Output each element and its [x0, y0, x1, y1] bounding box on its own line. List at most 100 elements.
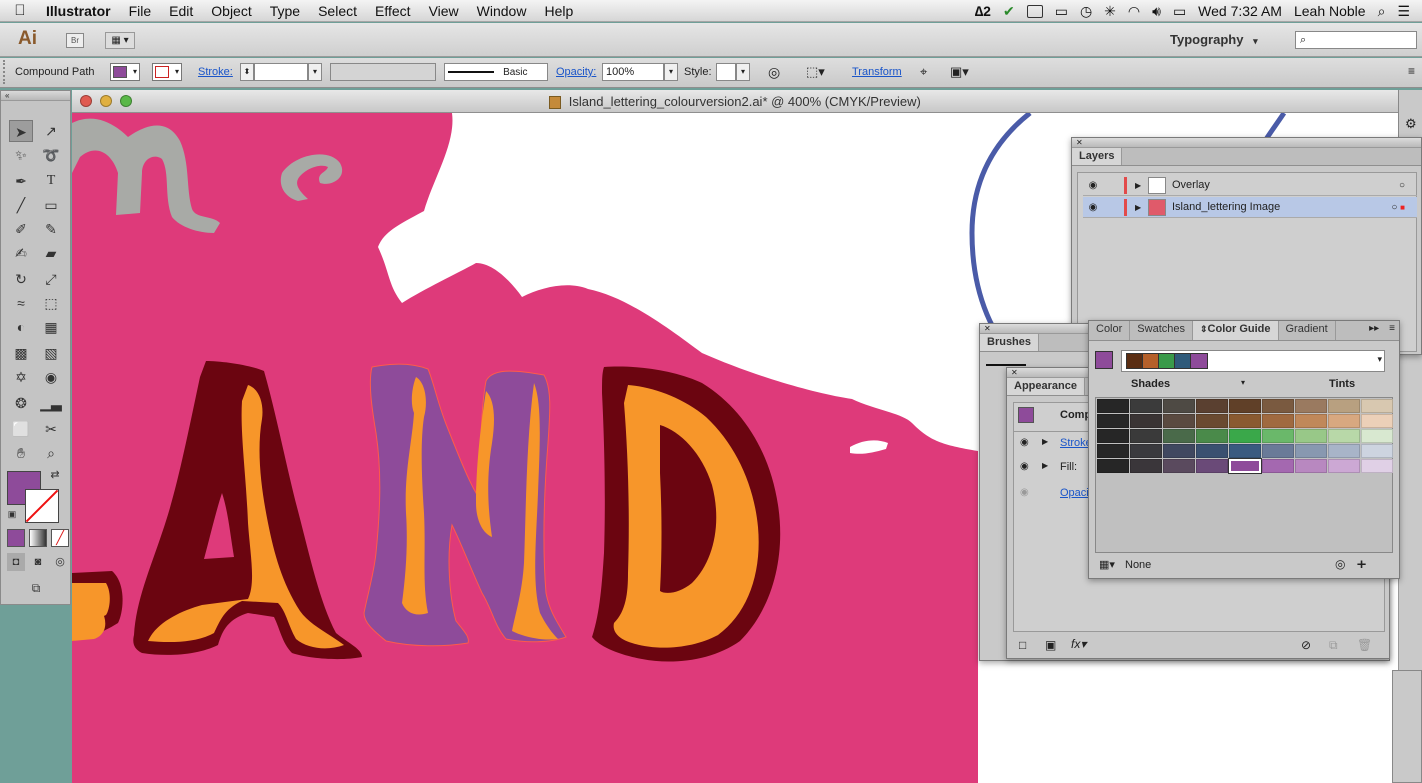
menu-effect[interactable]: Effect	[366, 3, 420, 19]
color-variation-swatch[interactable]	[1097, 414, 1129, 428]
color-variation-swatch[interactable]	[1130, 399, 1162, 413]
sync-icon[interactable]: ✔	[1003, 3, 1015, 20]
tab-gradient[interactable]: Gradient	[1279, 321, 1336, 340]
menu-view[interactable]: View	[420, 3, 468, 19]
width-tool-icon[interactable]: ≈	[9, 292, 33, 314]
color-variation-swatch[interactable]	[1196, 429, 1228, 443]
expand-triangle-icon[interactable]: ▶	[1042, 461, 1048, 470]
menu-object[interactable]: Object	[202, 3, 260, 19]
type-tool-icon[interactable]: T	[39, 170, 63, 192]
color-variation-swatch[interactable]	[1295, 414, 1327, 428]
trash-icon[interactable]: 🗑︎	[1357, 638, 1372, 652]
expand-triangle-icon[interactable]: ▶	[1135, 175, 1141, 196]
opacity-dropdown[interactable]: ▾	[664, 63, 678, 81]
line-tool-icon[interactable]: ╱	[9, 194, 33, 216]
control-bar-menu-icon[interactable]: ≡	[1408, 64, 1415, 78]
color-variation-swatch[interactable]	[1130, 459, 1162, 473]
color-variation-swatch[interactable]	[1163, 429, 1195, 443]
layer-name[interactable]: Overlay	[1172, 175, 1210, 196]
eraser-tool-icon[interactable]: ▰	[39, 242, 63, 264]
hand-tool-icon[interactable]: ✋︎	[9, 442, 33, 464]
artboard-tool-icon[interactable]: ⬜	[9, 418, 33, 440]
color-variation-swatch[interactable]	[1196, 399, 1228, 413]
paintbrush-tool-icon[interactable]: ✐	[9, 218, 33, 240]
color-variation-swatch[interactable]	[1097, 399, 1129, 413]
color-variation-swatch[interactable]	[1361, 459, 1393, 473]
search-input[interactable]: ⌕	[1295, 31, 1417, 49]
chevron-down-icon[interactable]: ▾	[1241, 378, 1245, 387]
expand-triangle-icon[interactable]: ▶	[1135, 197, 1141, 218]
workspace-switcher[interactable]: Typography ▾	[1170, 32, 1258, 47]
notification-icon[interactable]: ☰	[1397, 3, 1410, 20]
perspective-grid-tool-icon[interactable]: ▦	[39, 316, 63, 338]
harmony-color-chip[interactable]	[1127, 354, 1143, 368]
wifi-icon[interactable]: ◠	[1128, 3, 1140, 20]
color-variation-swatch[interactable]	[1361, 414, 1393, 428]
recolor-artwork-icon[interactable]: ◎	[768, 64, 780, 81]
panel-expand-icon[interactable]: ▸▸	[1363, 321, 1385, 340]
selection-tool-icon[interactable]: ➤	[9, 120, 33, 142]
color-variation-swatch[interactable]	[1262, 459, 1294, 473]
isolate-icon[interactable]: ⌖	[920, 64, 927, 80]
target-circle-icon[interactable]: ○ ■	[1391, 197, 1405, 218]
apple-menu-icon[interactable]: 	[0, 2, 40, 19]
fill-attribute-label[interactable]: Fill:	[1060, 461, 1077, 473]
column-graph-tool-icon[interactable]: ▁▃	[39, 392, 63, 414]
draw-inside-icon[interactable]: ◎	[51, 553, 69, 571]
grip-icon[interactable]	[3, 60, 9, 84]
symbol-sprayer-tool-icon[interactable]: ❂	[9, 392, 33, 414]
menu-window[interactable]: Window	[468, 3, 536, 19]
color-variation-swatch[interactable]	[1229, 429, 1261, 443]
color-variation-swatch[interactable]	[1228, 458, 1262, 474]
color-variation-swatch[interactable]	[1130, 444, 1162, 458]
transform-link[interactable]: Transform	[852, 66, 902, 78]
stroke-weight-dropdown[interactable]: ▾	[308, 63, 322, 81]
time-machine-icon[interactable]: ◷	[1080, 3, 1092, 20]
stroke-color-box[interactable]	[25, 489, 59, 523]
screen-mode-icon[interactable]: ⧉	[23, 579, 49, 597]
blob-brush-tool-icon[interactable]: ✍︎	[9, 242, 33, 264]
color-variation-swatch[interactable]	[1130, 429, 1162, 443]
brush-definition-dropdown[interactable]: Basic	[444, 63, 548, 81]
graphic-style-dropdown[interactable]: ▾	[736, 63, 750, 81]
opacity-field[interactable]: 100%	[602, 63, 664, 81]
tab-brushes[interactable]: Brushes	[980, 334, 1040, 351]
color-variation-swatch[interactable]	[1262, 444, 1294, 458]
tab-swatches[interactable]: Swatches	[1130, 321, 1193, 340]
rectangle-tool-icon[interactable]: ▭	[39, 194, 63, 216]
tab-layers[interactable]: Layers	[1072, 148, 1123, 165]
harmony-color-chip[interactable]	[1191, 354, 1207, 368]
color-variation-swatch[interactable]	[1163, 444, 1195, 458]
bridge-button[interactable]: Br	[66, 33, 84, 48]
direct-selection-tool-icon[interactable]: ↗	[39, 120, 63, 142]
menu-select[interactable]: Select	[309, 3, 366, 19]
color-variation-swatch[interactable]	[1196, 414, 1228, 428]
layer-name[interactable]: Island_lettering Image	[1172, 197, 1280, 218]
graphic-style-swatch[interactable]	[716, 63, 736, 81]
add-new-stroke-icon[interactable]: □	[1019, 638, 1026, 652]
color-variation-swatch[interactable]	[1097, 429, 1129, 443]
zoom-tool-icon[interactable]: ⌕	[39, 442, 63, 464]
gear-icon[interactable]: ⚙	[1405, 116, 1417, 132]
color-variation-swatch[interactable]	[1196, 459, 1228, 473]
blend-tool-icon[interactable]: ◉	[39, 366, 63, 388]
default-fill-stroke-icon[interactable]: ▣	[5, 507, 19, 521]
volume-icon[interactable]: 🔊︎	[1152, 3, 1161, 20]
menu-edit[interactable]: Edit	[160, 3, 202, 19]
color-variation-swatch[interactable]	[1328, 444, 1360, 458]
panel-menu-icon[interactable]: ▣▾	[950, 64, 969, 80]
color-variation-swatch[interactable]	[1229, 399, 1261, 413]
tab-appearance[interactable]: Appearance	[1007, 378, 1085, 395]
mesh-tool-icon[interactable]: ▩	[9, 342, 33, 364]
layer-row-overlay[interactable]: ◉ ▶ Overlay ○	[1083, 175, 1417, 196]
eyedropper-tool-icon[interactable]: ✡︎	[9, 366, 33, 388]
app-menu[interactable]: Illustrator	[40, 3, 120, 19]
color-variation-swatch[interactable]	[1262, 429, 1294, 443]
arrange-documents-button[interactable]: ▦ ▾	[105, 32, 135, 49]
opacity-link[interactable]: Opacity:	[556, 66, 596, 78]
screen-icon[interactable]	[1026, 4, 1043, 18]
recolor-artwork-icon[interactable]: ◎	[1335, 557, 1345, 571]
menu-help[interactable]: Help	[535, 3, 582, 19]
color-variation-swatch[interactable]	[1229, 414, 1261, 428]
color-variation-swatch[interactable]	[1295, 429, 1327, 443]
